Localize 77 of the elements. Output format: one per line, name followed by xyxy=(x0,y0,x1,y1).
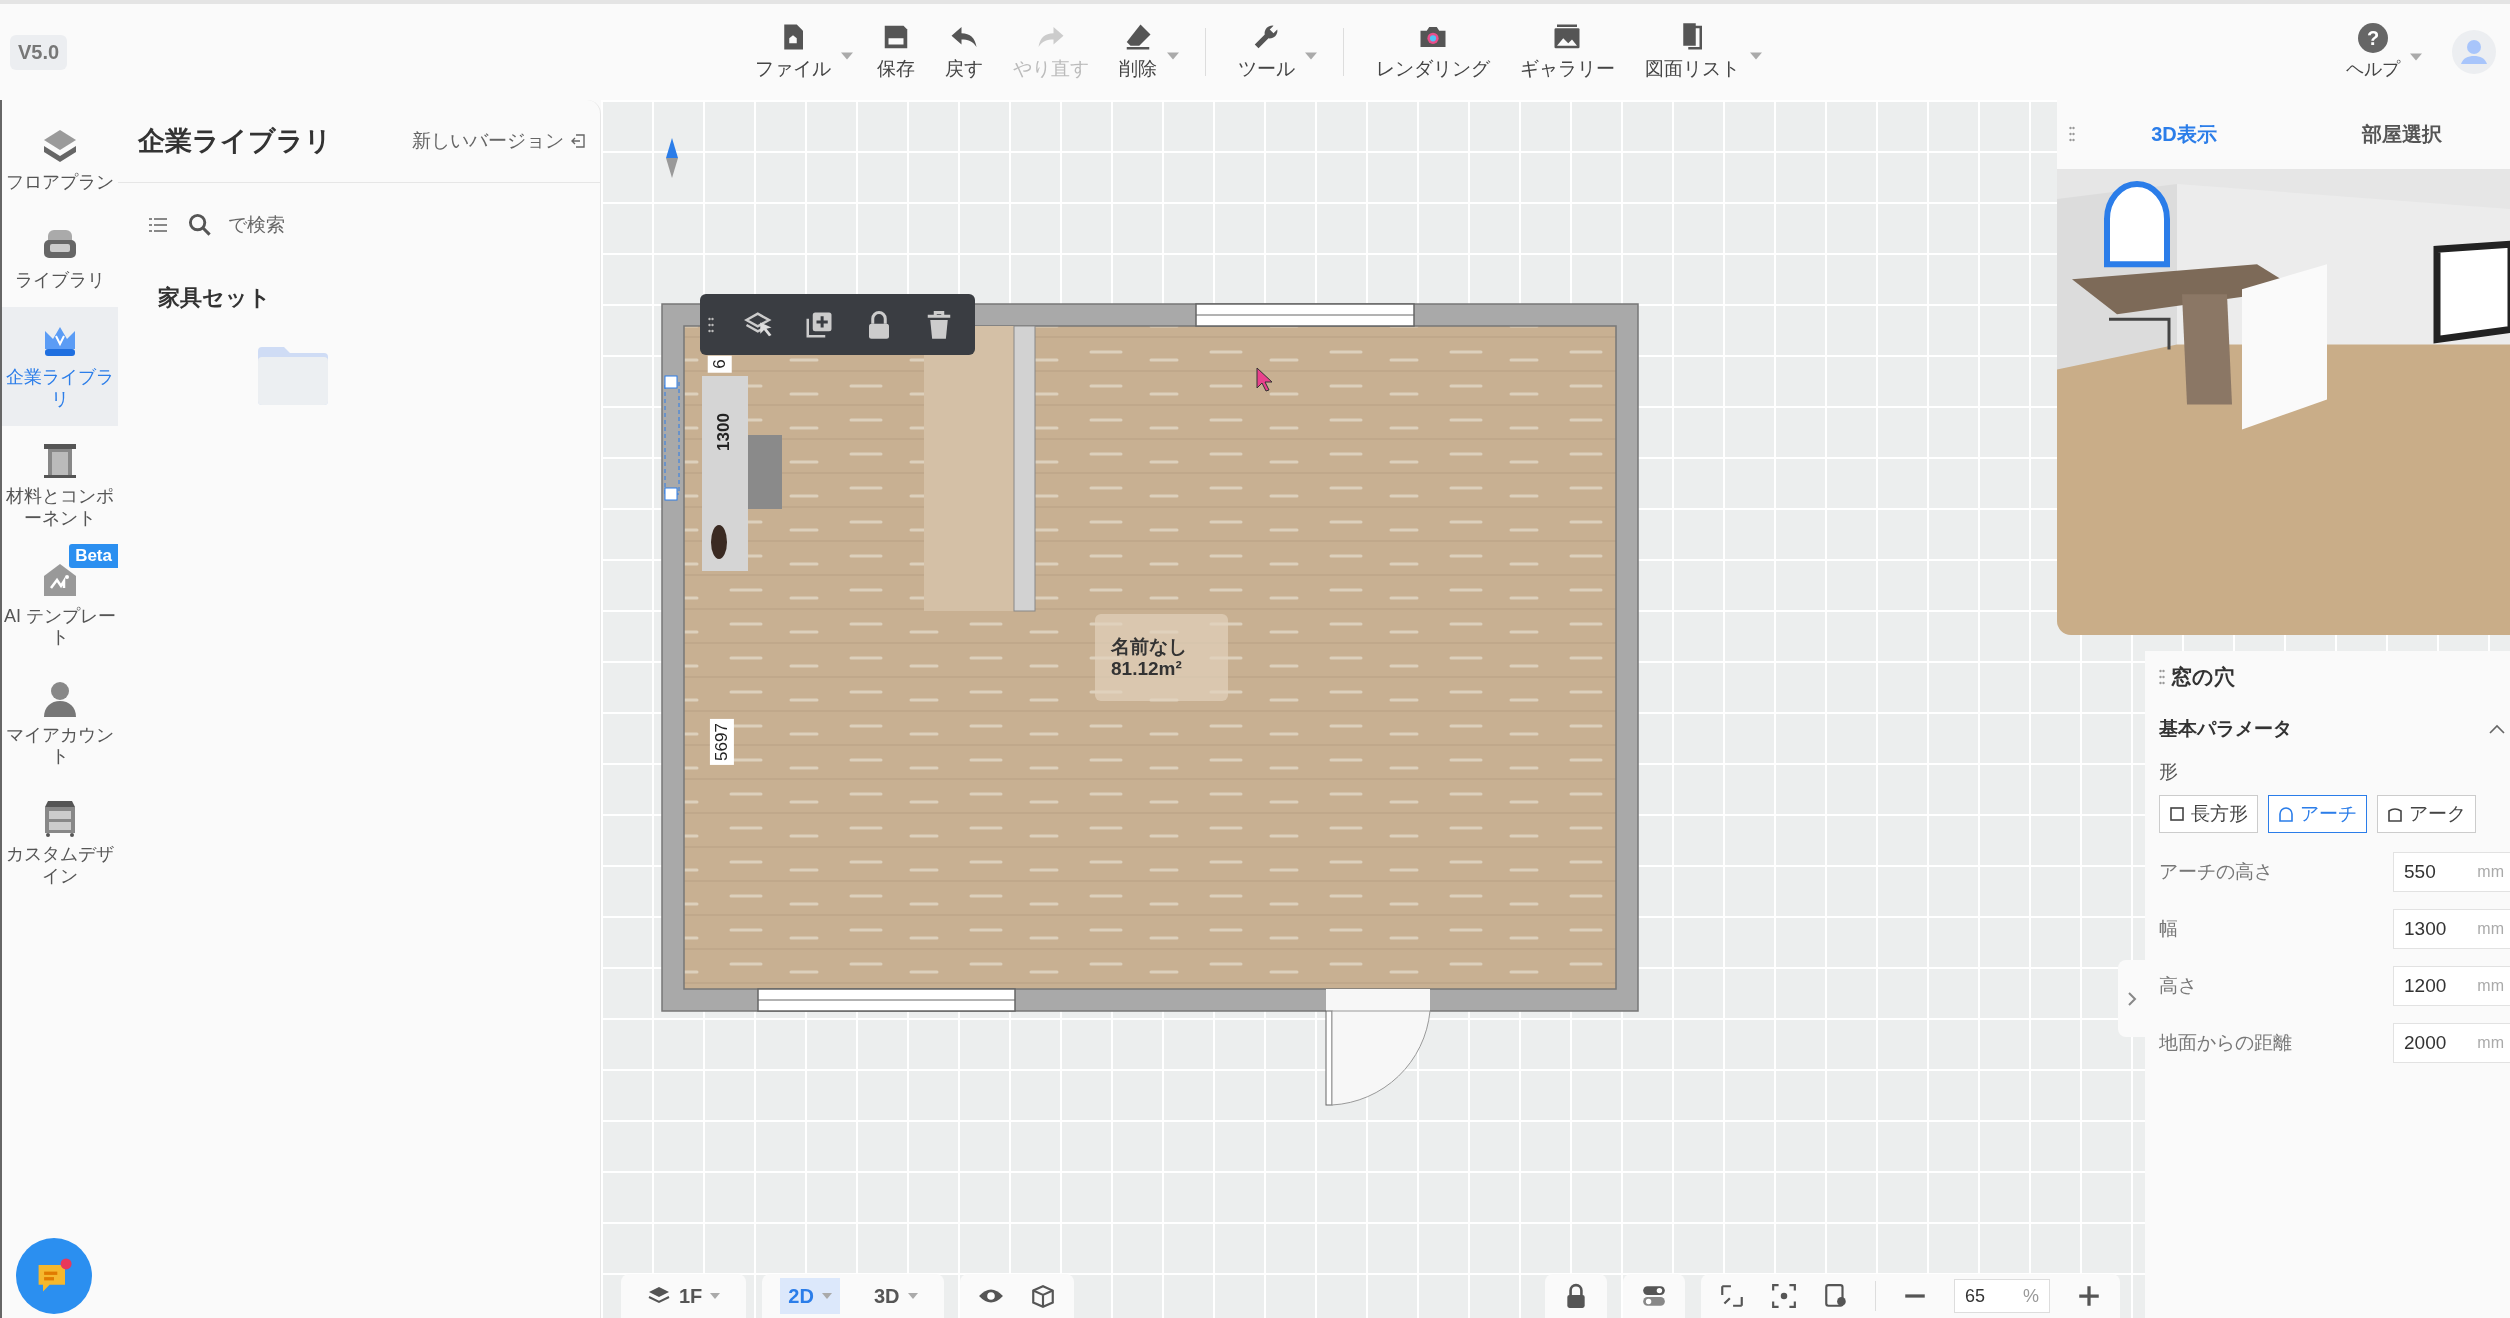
chevron-up-icon xyxy=(2489,724,2505,734)
caret-icon xyxy=(1166,52,1179,60)
toolbar-button[interactable]: レンダリング xyxy=(1363,22,1502,82)
view-mode-button[interactable]: 3D xyxy=(865,1278,926,1314)
arch-icon xyxy=(2387,806,2403,822)
caret-icon xyxy=(821,1293,832,1299)
shape-option[interactable]: 長方形 xyxy=(2159,795,2258,833)
toolbar-button[interactable]: 戻す xyxy=(932,22,995,82)
move-icon[interactable] xyxy=(1719,1283,1745,1309)
number-field[interactable]: 550 mm xyxy=(2393,851,2510,892)
dimension-label: 6 xyxy=(707,355,732,373)
field-label: アーチの高さ xyxy=(2159,859,2273,884)
field-label: 地面からの距離 xyxy=(2159,1030,2292,1055)
number-field[interactable]: 1300 mm xyxy=(2393,908,2510,949)
zoom-page-icon[interactable] xyxy=(1823,1283,1849,1309)
collapse-handle[interactable] xyxy=(2118,960,2145,1037)
drag-handle-icon[interactable] xyxy=(2069,126,2075,142)
new-version-link[interactable]: 新しいバージョン xyxy=(412,128,586,154)
exit-icon xyxy=(570,133,586,149)
caret-icon xyxy=(2410,53,2422,61)
compass-icon xyxy=(665,138,679,178)
cursor-icon xyxy=(1256,367,1273,392)
dimension-label: 5697 xyxy=(709,719,734,765)
field-label: 幅 xyxy=(2159,916,2178,941)
search-icon xyxy=(188,213,212,237)
selected-window[interactable] xyxy=(664,375,680,501)
zoom-field[interactable]: 65 % xyxy=(1954,1279,2050,1313)
square-icon xyxy=(2169,806,2185,822)
section-title: 家具セット xyxy=(157,284,272,312)
help-button[interactable]: ? ヘルプ xyxy=(2334,23,2428,81)
number-field[interactable]: 2000 mm xyxy=(2393,1022,2510,1063)
help-icon: ? xyxy=(2358,23,2388,53)
number-field[interactable]: 1200 mm xyxy=(2393,965,2510,1006)
shape-option[interactable]: アーク xyxy=(2377,795,2476,833)
caret-icon xyxy=(1304,52,1317,60)
caret-icon xyxy=(1749,52,1762,60)
toolbar-button[interactable]: 図面リスト xyxy=(1632,22,1768,82)
room-name: 名前なし xyxy=(1111,635,1188,658)
sidebar-item[interactable]: 材料とコンポーネント xyxy=(2,426,118,546)
zoom-in-icon[interactable] xyxy=(2076,1283,2102,1309)
dimension-label: 1300 xyxy=(712,412,734,453)
caret-icon xyxy=(907,1293,918,1299)
panel-title: 企業ライブラリ xyxy=(138,125,332,158)
caret-icon xyxy=(840,52,853,60)
shape-option[interactable]: アーチ xyxy=(2268,795,2367,833)
room-area: 81.12m² xyxy=(1111,657,1228,680)
toolbar-button[interactable]: ギャラリー xyxy=(1507,22,1627,82)
cube-icon[interactable] xyxy=(1029,1283,1056,1309)
chair xyxy=(711,525,727,559)
toggle-icon[interactable] xyxy=(1641,1283,1667,1309)
sidebar-item[interactable]: マイアカウント xyxy=(2,664,118,784)
room-label[interactable]: 名前なし 81.12m² xyxy=(1095,614,1228,701)
sidebar-item[interactable]: ライブラリ xyxy=(2,209,118,308)
field-label: 高さ xyxy=(2159,973,2197,998)
panel-title: 窓の穴 xyxy=(2171,664,2235,690)
focus-icon[interactable] xyxy=(1771,1283,1797,1309)
toolbar-button[interactable]: ツール xyxy=(1225,22,1323,82)
search-field[interactable]: で検索 xyxy=(226,213,530,237)
section-header[interactable]: 基本パラメータ xyxy=(2159,699,2510,759)
toolbar-button[interactable]: 保存 xyxy=(864,22,927,82)
sidebar-item[interactable]: 企業ライブラリ xyxy=(2,307,118,427)
field-label: 形 xyxy=(2159,760,2179,784)
chevron-right-icon xyxy=(2126,990,2137,1007)
caret-icon xyxy=(710,1293,721,1299)
toolbar-button[interactable]: 削除 xyxy=(1106,22,1185,82)
drag-handle-icon[interactable] xyxy=(708,316,714,333)
toolbar-button[interactable]: ファイル xyxy=(742,22,859,82)
sidebar-item[interactable]: AI テンプレート Beta xyxy=(2,545,118,665)
sidebar-item[interactable]: カスタムデザイン xyxy=(2,783,118,904)
sidebar-item[interactable]: フロアプラン xyxy=(2,112,118,210)
arch-icon xyxy=(2278,806,2294,822)
version-badge: V5.0 xyxy=(10,34,68,70)
list-icon[interactable] xyxy=(148,215,168,235)
view-tab[interactable]: 部屋選択 xyxy=(2293,120,2510,148)
drag-handle-icon[interactable] xyxy=(2159,669,2165,685)
beta-badge: Beta xyxy=(69,543,118,568)
view-tab[interactable]: 3D表示 xyxy=(2075,120,2293,148)
